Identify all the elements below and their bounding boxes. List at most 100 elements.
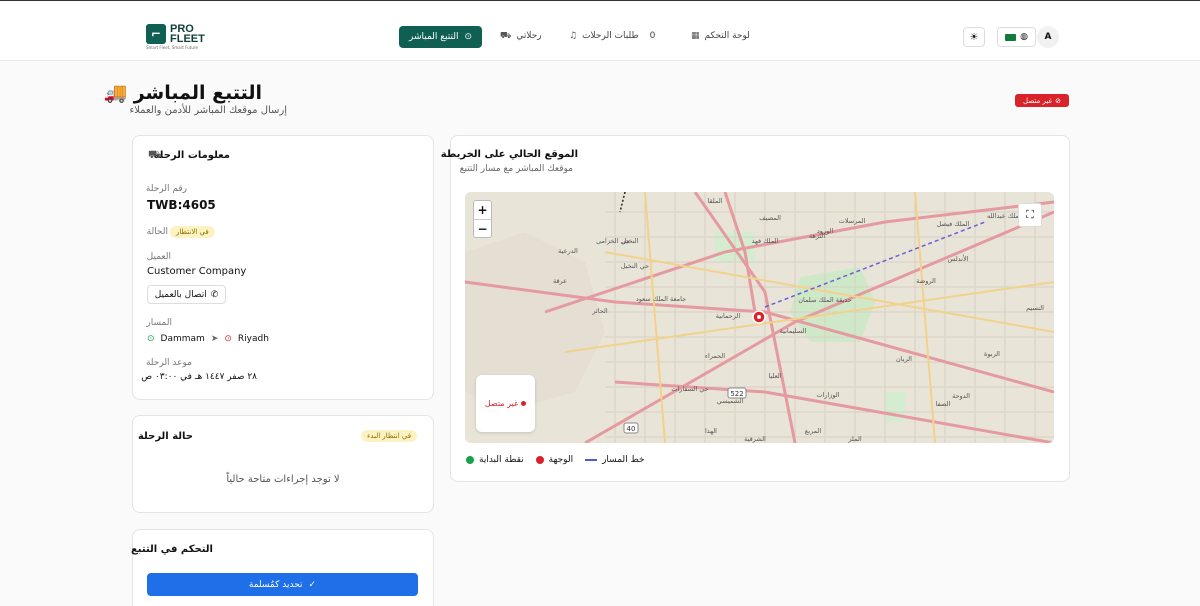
grid-icon: ▦	[691, 31, 700, 41]
map-place-label: النزهة	[809, 232, 825, 240]
map-place-label: العليا	[768, 372, 781, 380]
nav-trip-requests[interactable]: ♫ طلبات الرحلات 0	[569, 31, 655, 41]
truck-icon: ⛟	[148, 148, 162, 161]
destination-marker[interactable]	[752, 310, 766, 324]
map-place-label: الريان	[896, 355, 912, 363]
page-subtitle: إرسال موقعك المباشر للأدمن والعملاء	[129, 105, 288, 116]
map-place-label: الرحمانية	[716, 312, 741, 320]
user-avatar[interactable]: A	[1037, 26, 1059, 48]
origin-pin-icon: ⊙	[147, 334, 155, 344]
trip-status-chip: في الانتظار	[170, 226, 215, 238]
map-place-label: حي النخيل	[621, 262, 649, 270]
connection-status-badge: غير متصل ⊘	[1015, 94, 1069, 107]
route-label: المسار	[146, 318, 172, 328]
trip-info-title: معلومات الرحلة	[154, 150, 230, 161]
schedule-label: موعد الرحلة	[145, 358, 192, 368]
phone-icon: ✆	[210, 289, 219, 300]
destination-pin-icon: ⊙	[224, 334, 232, 344]
zoom-in-button[interactable]: +	[474, 201, 491, 219]
start-dot-icon	[466, 456, 474, 464]
legend-route-label: خط المسار	[602, 455, 645, 465]
location-pin-icon: ⊙	[464, 32, 472, 42]
truck-icon: ⛟	[500, 31, 512, 41]
logo-tagline: Smart Fleet, Smart Future	[146, 45, 198, 50]
legend-destination-label: الوجهة	[548, 455, 574, 465]
theme-toggle-button[interactable]: ☀	[963, 27, 985, 47]
map-place-label: عرقة	[553, 277, 567, 285]
map-place-label: الحمراء	[705, 352, 725, 360]
fullscreen-button[interactable]: ⛶	[1018, 203, 1042, 227]
map-place-label: السليمانية	[780, 327, 807, 335]
map-place-label: النسيم	[1026, 304, 1044, 312]
route-origin: Dammam	[160, 334, 205, 344]
map-place-label: الحائر	[591, 307, 608, 315]
zoom-out-button[interactable]: −	[474, 219, 491, 237]
map-connection-status: غير متصل	[476, 375, 535, 432]
language-button[interactable]: ◍	[997, 27, 1036, 47]
map-place-label: الملك فيصل	[937, 220, 970, 228]
contact-client-label: اتصال بالعميل	[154, 289, 207, 300]
status-dot-icon	[521, 401, 527, 406]
page-title: التتبع المباشر 🚚	[103, 82, 262, 104]
map-place-label: الملز	[847, 435, 861, 443]
map-place-label: الملقا	[708, 197, 723, 205]
send-arrow-icon: ➤	[210, 334, 219, 344]
zoom-controls: + −	[473, 200, 492, 238]
trip-number-label: رقم الرحلة	[145, 184, 187, 194]
map-card-title: الموقع الحالي على الخريطة	[440, 149, 578, 160]
status-label: الحالة	[146, 227, 168, 237]
map-place-label: جامعة الملك سعود	[636, 295, 686, 303]
globe-icon: ◍	[1020, 32, 1028, 42]
trip-status-title: حالة الرحلة	[137, 431, 193, 442]
nav-dashboard-label: لوحة التحكم	[704, 31, 750, 41]
map-place-label: المرسلات	[839, 217, 866, 225]
mark-delivered-button[interactable]: تحديد كمُسلمة ✓	[147, 573, 418, 596]
map-place-label: حي السفارات	[671, 385, 708, 393]
check-circle-icon: ✓	[308, 579, 317, 590]
trip-requests-count: 0	[649, 31, 656, 41]
map-place-label: الملك فهد	[752, 237, 779, 245]
route-destination: Riyadh	[237, 334, 269, 344]
map-view[interactable]: 522 40 الملقا المصيف النخيل الملك فهد الورود…	[465, 192, 1054, 443]
map-place-label: المربع	[805, 427, 822, 435]
tracking-control-title: التحكم في التتبع	[130, 544, 213, 555]
map-canvas[interactable]: 522 40 الملقاالمصيفالنخيل الملك فهدالورود…	[465, 192, 1054, 443]
no-actions-text: لا توجد إجراءات متاحة حالياً	[226, 474, 340, 485]
map-legend: خط المسار الوجهة نقطة البداية	[466, 455, 645, 465]
legend-route: خط المسار	[585, 455, 645, 465]
fullscreen-icon: ⛶	[1026, 208, 1034, 221]
contact-client-button[interactable]: اتصال بالعميل ✆	[147, 285, 226, 304]
top-navbar: ⌐ PRO FLEET Smart Fleet, Smart Future ال…	[0, 1, 1200, 61]
map-card-subtitle: موقعك المباشر مع مسار التتبع	[459, 164, 573, 174]
logo-mark-icon: ⌐	[146, 24, 166, 44]
map-place-label: الدرعية	[558, 247, 578, 255]
schedule-value: ٢٨ صفر ١٤٤٧ هـ في ٠٣:٠٠ ص	[141, 372, 257, 382]
map-place-label: الشرقية	[744, 435, 766, 443]
client-label: العميل	[146, 252, 171, 262]
map-place-label: الهدا	[705, 427, 717, 435]
map-place-label: الدوحة	[952, 392, 970, 400]
nav-live-tracking-label: التتبع المباشر	[409, 32, 459, 42]
map-place-label: حديقة الملك سلمان	[798, 296, 851, 304]
logo-line2: FLEET	[170, 33, 205, 45]
map-place-label: الشميسي	[717, 397, 744, 405]
destination-dot-icon	[535, 456, 544, 464]
map-place-label: الربوة	[984, 350, 1000, 358]
mark-delivered-label: تحديد كمُسلمة	[248, 579, 303, 590]
nav-my-trips[interactable]: ⛟ رحلاتي	[500, 31, 542, 41]
nav-dashboard[interactable]: ▦ لوحة التحكم	[691, 31, 750, 41]
trip-status-badge: في انتظار البدء	[361, 430, 418, 442]
sun-icon: ☀	[969, 31, 979, 43]
map-status-label: غير متصل	[484, 399, 519, 408]
map-place-label: الصفا	[936, 400, 951, 408]
legend-start-label: نقطة البداية	[479, 455, 524, 465]
map-place-label: الوزارات	[816, 391, 839, 399]
route-line-icon	[585, 459, 598, 461]
wifi-off-icon: ⊘	[1055, 96, 1061, 105]
legend-destination: الوجهة	[535, 455, 574, 465]
nav-live-tracking[interactable]: التتبع المباشر ⊙	[399, 26, 482, 48]
trip-number-value: TWB:4605	[147, 198, 216, 212]
map-place-label: حي الخزامى	[596, 237, 630, 245]
saudi-flag-icon	[1005, 33, 1017, 41]
app-logo[interactable]: ⌐ PRO FLEET	[146, 24, 205, 45]
